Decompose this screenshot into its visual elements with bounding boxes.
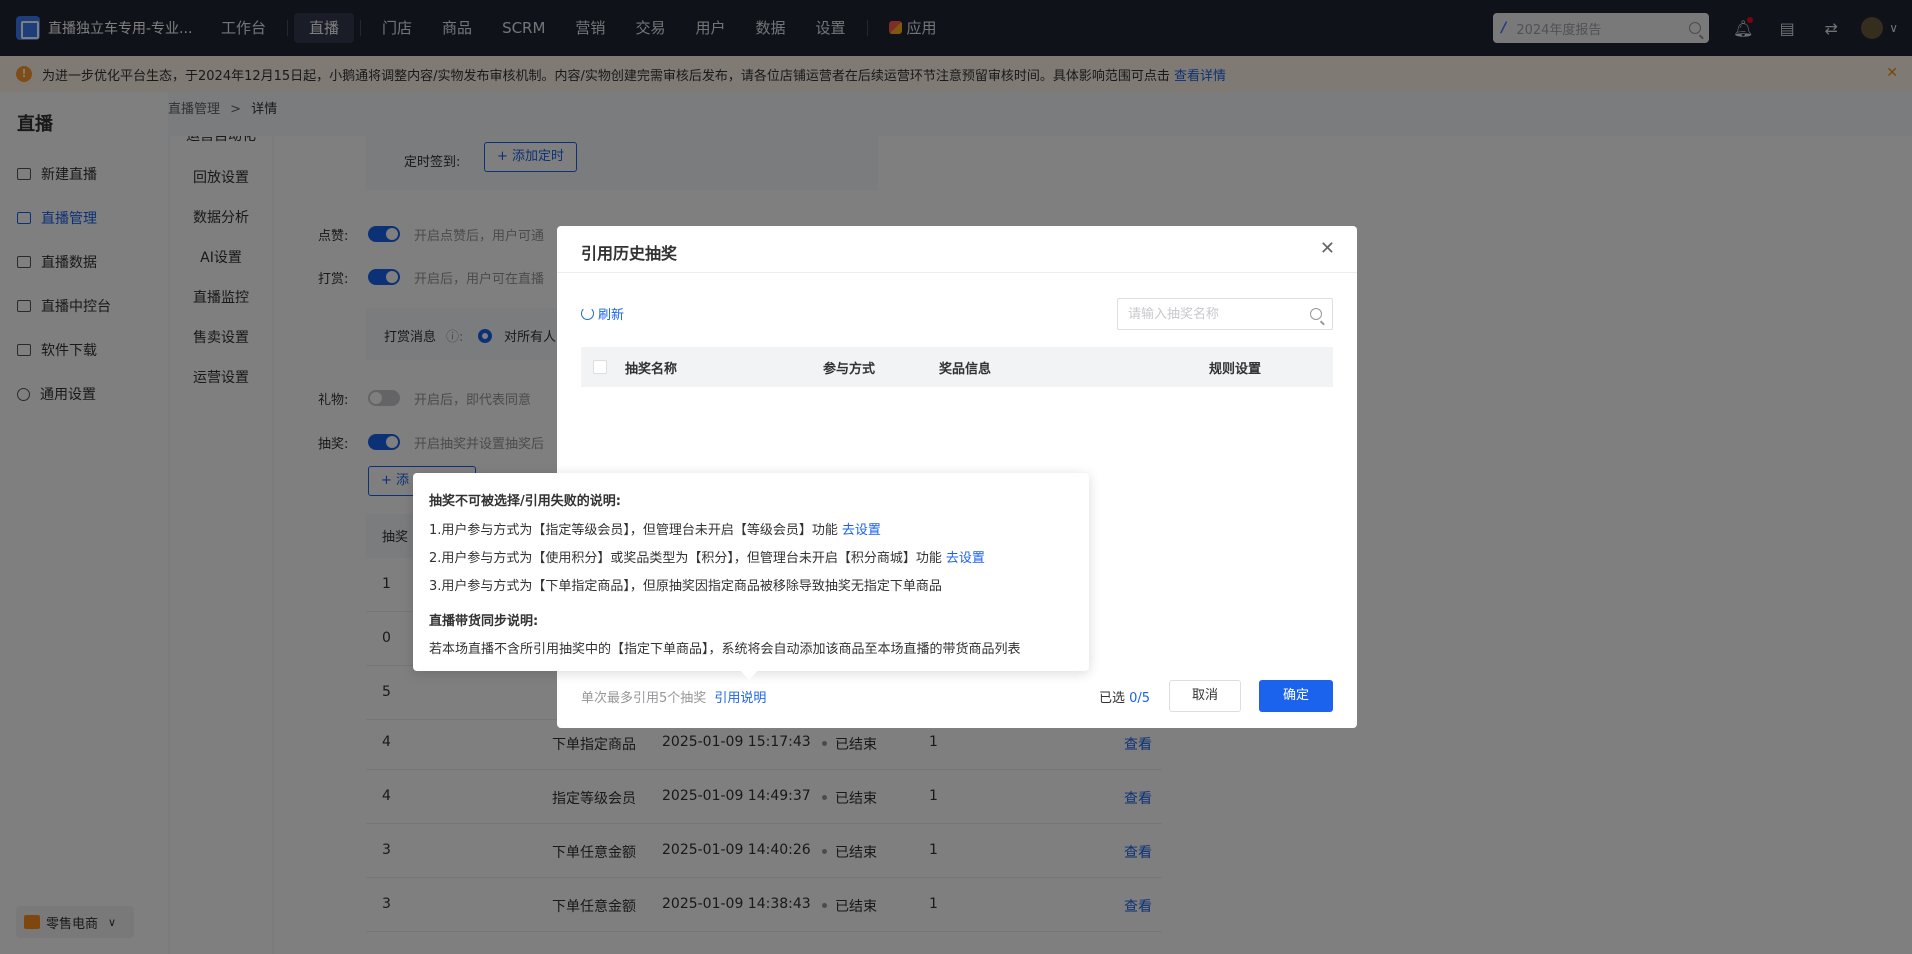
refresh-icon bbox=[581, 307, 594, 320]
col-rules: 规则设置 bbox=[1209, 362, 1262, 377]
col-prize-info: 奖品信息 bbox=[939, 362, 992, 377]
tooltip-line-2-text: 2.用户参与方式为【使用积分】或奖品类型为【积分】，但管理台未开启【积分商城】功… bbox=[429, 551, 942, 566]
selected-label: 已选 bbox=[1099, 691, 1126, 706]
dialog-divider bbox=[557, 272, 1357, 273]
selected-value: 0/5 bbox=[1129, 691, 1151, 706]
dialog-title: 引用历史抽奖 bbox=[581, 244, 678, 263]
cancel-button[interactable]: 取消 bbox=[1169, 680, 1241, 712]
lottery-search bbox=[1117, 298, 1333, 330]
tooltip-line-1-text: 1.用户参与方式为【指定等级会员】，但管理台未开启【等级会员】功能 bbox=[429, 523, 838, 538]
go-setting-link[interactable]: 去设置 bbox=[946, 551, 985, 566]
reference-guide-link[interactable]: 引用说明 bbox=[714, 691, 766, 706]
tooltip-line-1: 1.用户参与方式为【指定等级会员】，但管理台未开启【等级会员】功能 去设置 bbox=[429, 519, 881, 538]
confirm-button[interactable]: 确定 bbox=[1259, 680, 1333, 712]
reference-guide-tooltip: 抽奖不可被选择/引用失败的说明: 1.用户参与方式为【指定等级会员】，但管理台未… bbox=[413, 473, 1089, 680]
selected-count: 已选 0/5 bbox=[1099, 687, 1150, 706]
refresh-label: 刷新 bbox=[598, 308, 625, 323]
col-join-method: 参与方式 bbox=[823, 362, 876, 377]
lottery-search-input[interactable] bbox=[1128, 306, 1310, 322]
dialog-footer-note: 单次最多引用5个抽奖 引用说明 bbox=[581, 687, 766, 706]
dialog-table-header: 抽奖名称 参与方式 奖品信息 规则设置 bbox=[581, 347, 1333, 387]
col-lottery-name: 抽奖名称 bbox=[625, 362, 678, 377]
tooltip-line-3: 3.用户参与方式为【下单指定商品】，但原抽奖因指定商品被移除导致抽奖无指定下单商… bbox=[429, 579, 942, 594]
tooltip-line-2: 2.用户参与方式为【使用积分】或奖品类型为【积分】，但管理台未开启【积分商城】功… bbox=[429, 547, 985, 566]
tooltip-line-4: 若本场直播不含所引用抽奖中的【指定下单商品】，系统将会自动添加该商品至本场直播的… bbox=[429, 642, 1021, 657]
go-setting-link[interactable]: 去设置 bbox=[842, 523, 881, 538]
close-icon[interactable]: ✕ bbox=[1320, 238, 1335, 259]
select-all-checkbox[interactable] bbox=[593, 360, 607, 374]
limit-note: 单次最多引用5个抽奖 bbox=[581, 691, 707, 706]
tooltip-heading-2: 直播带货同步说明: bbox=[429, 614, 539, 629]
search-icon[interactable] bbox=[1310, 308, 1322, 320]
refresh-button[interactable]: 刷新 bbox=[581, 304, 624, 323]
tooltip-heading-1: 抽奖不可被选择/引用失败的说明: bbox=[429, 494, 621, 509]
